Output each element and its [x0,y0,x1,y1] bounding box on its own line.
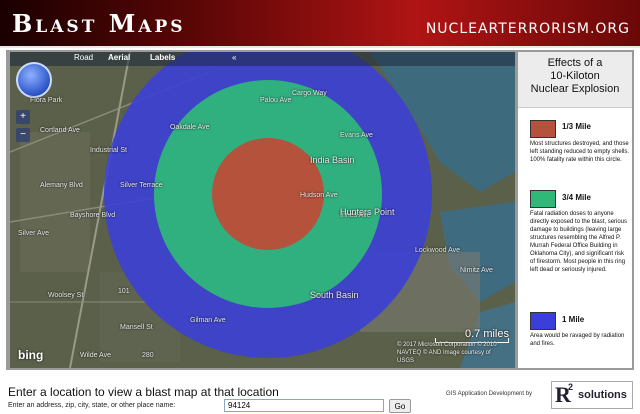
address-input[interactable] [224,399,384,412]
map-label: Oakdale Ave [170,124,210,131]
map-label: Hudson Ave [300,192,338,199]
map-label: Silver Terrace [120,182,163,189]
highway-shield: 280 [142,352,154,359]
map-style-toolbar: Road Aerial Labels « [10,52,515,66]
map-label: Industrial St [90,147,127,154]
map-label: Flora Park [30,97,63,104]
map-label: South Basin [310,290,359,300]
map-label: Hunters Point [340,207,395,217]
go-button[interactable]: Go [389,399,411,413]
map-label: Cargo Way [292,90,327,97]
map-label: Bayshore Blvd [70,212,116,219]
site-link[interactable]: NUCLEARTERRORISM.ORG [426,21,630,37]
map-label: Palou Ave [260,97,292,104]
map-label: Evans Ave [340,132,373,139]
blast-map[interactable]: Road Aerial Labels « + − Cortland Ave Al… [10,52,515,368]
address-label: Enter an address, zip, city, state, or o… [8,402,176,409]
highway-shield: 101 [118,288,130,295]
gis-credit-text: GIS Application Development by [446,391,533,397]
search-prompt: Enter a location to view a blast map at … [8,385,279,399]
legend-ring-label: 3/4 Mile [562,193,591,202]
map-label: Nimitz Ave [460,267,493,274]
legend-title: Effects of a 10-Kiloton Nuclear Explosio… [518,52,632,108]
legend-panel: Effects of a 10-Kiloton Nuclear Explosio… [518,52,632,368]
road-view-button[interactable]: Road [74,53,93,62]
legend-ring-desc: Fatal radiation doses to anyone directly… [530,211,628,273]
legend-title-line: 10-Kiloton [550,70,600,82]
legend-ring-label: 1/3 Mile [562,122,591,131]
aerial-view-button[interactable]: Aerial [108,53,130,62]
map-label: Wilde Ave [80,352,111,359]
map-label: Silver Ave [18,230,49,237]
legend-ring-label: 1 Mile [562,315,585,324]
legend-ring-desc: Most structures destroyed, and those lef… [530,141,630,163]
app-title: Blast Maps [12,9,186,38]
zoom-out-icon[interactable]: − [16,128,30,142]
zoom-in-icon[interactable]: + [16,110,30,124]
map-label: Woolsey St [48,292,84,299]
legend-title-line: Effects of a [547,57,603,69]
header-banner: Blast Maps NUCLEARTERRORISM.ORG [0,0,640,48]
map-label: Alemany Blvd [40,182,83,189]
collapse-toolbar-button[interactable]: « [232,53,236,62]
map-label: Lockwood Ave [415,247,461,254]
legend-swatch-outer [530,312,556,330]
map-label: Cortland Ave [40,127,80,134]
bing-logo: bing [18,348,44,362]
r2-logo-superscript: 2 [568,382,574,392]
r2-solutions-logo[interactable]: R 2 solutions [551,381,633,409]
map-label: India Basin [310,155,355,165]
r2-logo-word: solutions [578,389,627,401]
pan-compass-icon[interactable] [16,62,52,98]
legend-swatch-middle [530,190,556,208]
map-label: Mansell St [120,324,153,331]
legend-swatch-inner [530,120,556,138]
legend-title-line: Nuclear Explosion [530,83,620,95]
labels-toggle[interactable]: Labels [150,53,175,62]
map-label: Gilman Ave [190,317,226,324]
legend-ring-desc: Area would be ravaged by radiation and f… [530,333,625,347]
map-copyright: © 2017 Microsoft Corporation © 2010 NAVT… [397,342,497,364]
